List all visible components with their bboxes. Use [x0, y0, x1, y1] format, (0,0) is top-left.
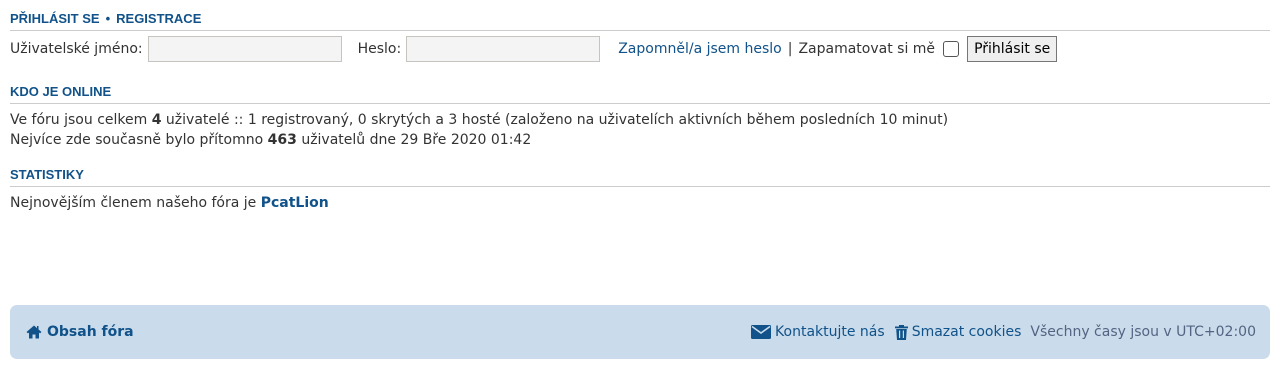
register-link[interactable]: REGISTRACE [116, 11, 201, 26]
remember-me-checkbox[interactable] [943, 41, 960, 57]
statistics-heading: STATISTIKY [10, 167, 1270, 187]
password-label: Heslo: [357, 41, 402, 57]
link-separator: | [787, 41, 793, 57]
online-record-prefix: Nejvíce zde současně bylo přítomno [10, 132, 268, 148]
online-heading: KDO JE ONLINE [10, 84, 1270, 104]
footer-navbar: Obsah fóra Kontaktujte nás Smazat cookie… [10, 305, 1270, 359]
online-line-current: Ve fóru jsou celkem 4 uživatelé :: 1 reg… [10, 110, 1270, 130]
online-stats: Ve fóru jsou celkem 4 uživatelé :: 1 reg… [10, 110, 1270, 150]
online-heading-link[interactable]: KDO JE ONLINE [10, 84, 111, 99]
username-input[interactable] [147, 36, 342, 62]
remember-me-label: Zapamatovat si mě [798, 41, 936, 57]
forum-index-label: Obsah fóra [47, 324, 134, 340]
contact-us-link[interactable]: Kontaktujte nás [775, 324, 885, 340]
online-current-prefix: Ve fóru jsou celkem [10, 112, 152, 128]
online-record-count: 463 [267, 132, 297, 148]
online-line-record: Nejvíce zde současně bylo přítomno 463 u… [10, 130, 1270, 150]
statistics-text: Nejnovějším členem našeho fóra je PcatLi… [10, 193, 1270, 213]
login-button[interactable]: Přihlásit se [967, 36, 1058, 62]
password-input[interactable] [406, 36, 601, 62]
username-label: Uživatelské jméno: [10, 41, 143, 57]
login-form: Uživatelské jméno: Heslo: Zapomněl/a jse… [10, 32, 1270, 66]
statistics-heading-text: STATISTIKY [10, 167, 84, 182]
heading-separator: • [105, 11, 111, 26]
online-record-suffix: uživatelů dne 29 Bře 2020 01:42 [296, 132, 532, 148]
timezone-info: Všechny časy jsou v UTC+02:00 [1030, 324, 1256, 340]
online-current-count: 4 [151, 112, 162, 128]
trash-icon [894, 324, 908, 340]
online-current-suffix: uživatelé :: 1 registrovaný, 0 skrytých … [161, 112, 949, 128]
login-heading-link[interactable]: PŘIHLÁSIT SE [10, 11, 100, 26]
home-icon [26, 325, 42, 339]
envelope-icon [751, 325, 772, 339]
forum-index-link[interactable]: Obsah fóra [26, 324, 134, 340]
forgot-password-link[interactable]: Zapomněl/a jsem heslo [618, 41, 782, 57]
newest-member-link[interactable]: PcatLion [261, 195, 329, 211]
delete-cookies-link[interactable]: Smazat cookies [912, 324, 1022, 340]
login-heading: PŘIHLÁSIT SE • REGISTRACE [10, 11, 1270, 31]
newest-member-prefix: Nejnovějším členem našeho fóra je [10, 195, 261, 211]
page-content: PŘIHLÁSIT SE • REGISTRACE Uživatelské jmén… [10, 0, 1270, 213]
footer-right-links: Kontaktujte nás Smazat cookies Všechny č… [751, 324, 1256, 340]
